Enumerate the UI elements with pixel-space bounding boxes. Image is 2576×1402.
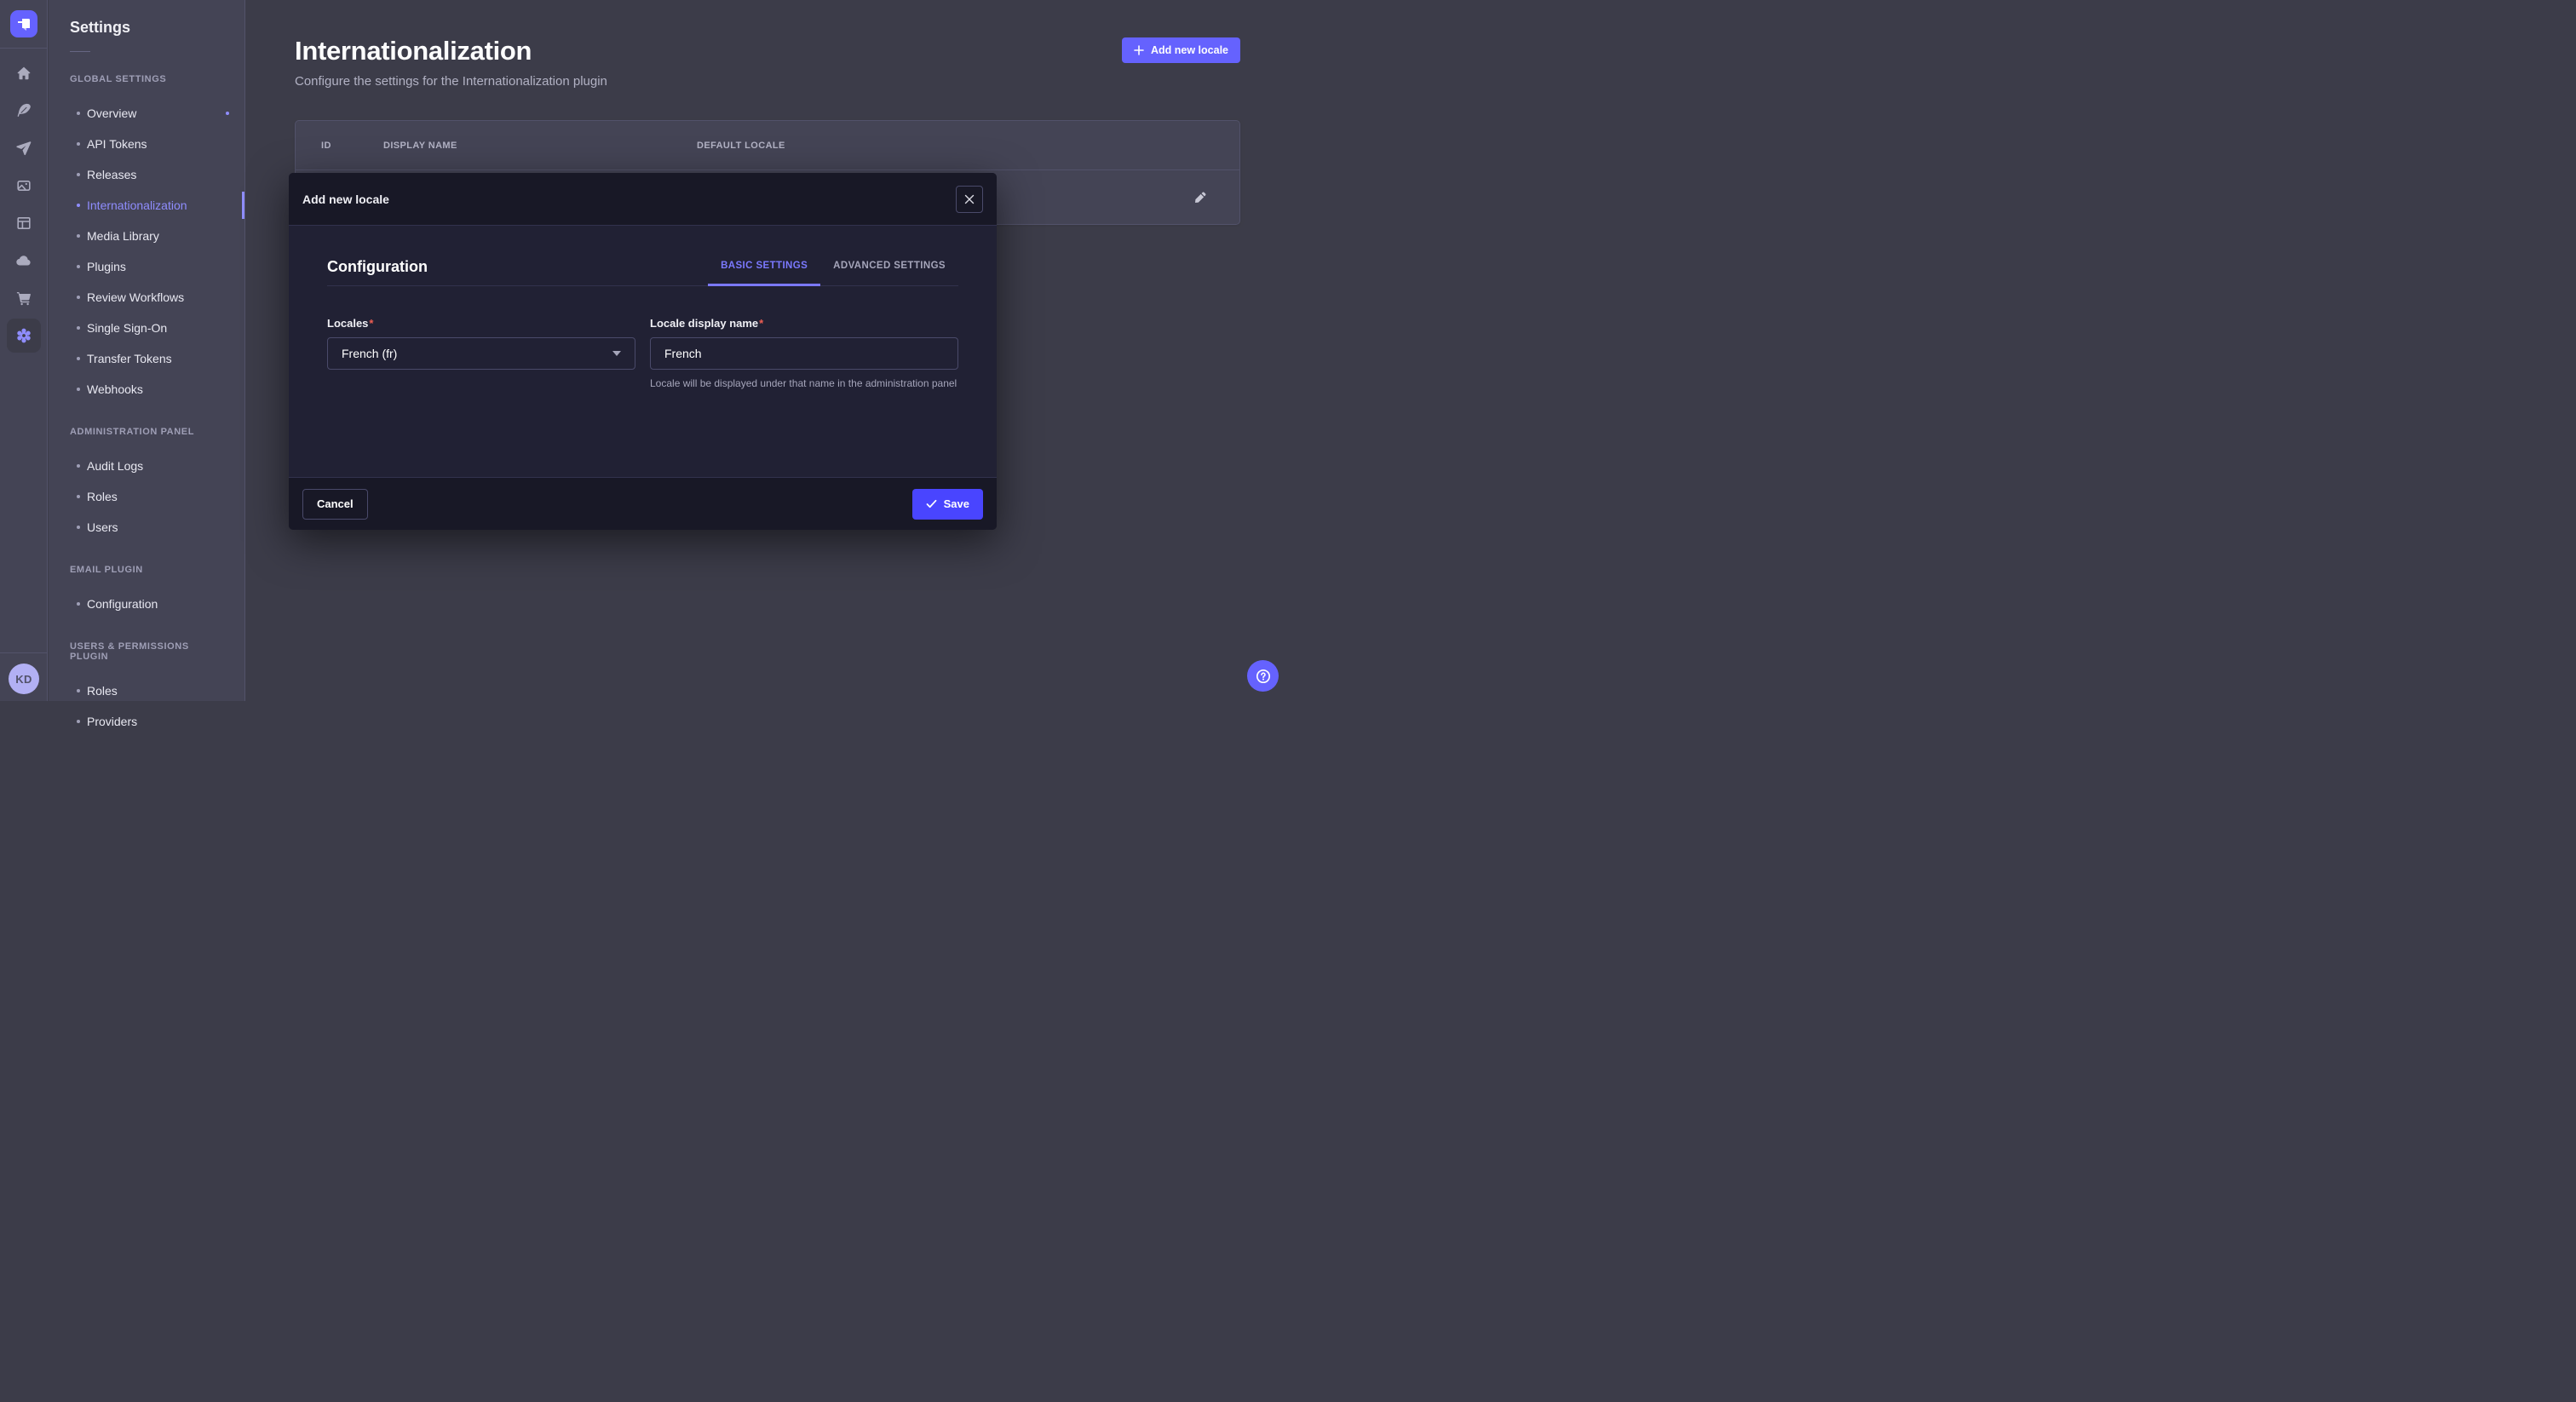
modal-header: Add new locale bbox=[289, 173, 997, 226]
cancel-button[interactable]: Cancel bbox=[302, 489, 368, 520]
locales-field: Locales* French (fr) bbox=[327, 316, 635, 391]
modal-body: Configuration BASIC SETTINGS ADVANCED SE… bbox=[289, 226, 997, 477]
close-button[interactable] bbox=[956, 186, 983, 213]
display-name-hint: Locale will be displayed under that name… bbox=[650, 376, 958, 391]
display-name-field: Locale display name* Locale will be disp… bbox=[650, 316, 958, 391]
locales-select-value: French (fr) bbox=[342, 347, 397, 360]
display-name-input[interactable] bbox=[650, 337, 958, 370]
locales-select[interactable]: French (fr) bbox=[327, 337, 635, 370]
configuration-heading: Configuration bbox=[327, 258, 428, 276]
tab-basic-settings[interactable]: BASIC SETTINGS bbox=[708, 261, 820, 286]
settings-tabs: BASIC SETTINGS ADVANCED SETTINGS bbox=[708, 261, 958, 286]
add-new-locale-modal: Add new locale Configuration BASIC SETTI… bbox=[289, 173, 997, 530]
modal-footer: Cancel Save bbox=[289, 477, 997, 530]
modal-title: Add new locale bbox=[302, 192, 389, 206]
locales-label: Locales* bbox=[327, 317, 373, 330]
check-icon bbox=[926, 498, 937, 509]
save-button[interactable]: Save bbox=[912, 489, 983, 520]
required-asterisk: * bbox=[759, 317, 763, 330]
chevron-down-icon bbox=[612, 351, 621, 356]
tab-advanced-settings[interactable]: ADVANCED SETTINGS bbox=[820, 261, 958, 286]
required-asterisk: * bbox=[369, 317, 373, 330]
close-icon bbox=[964, 194, 975, 204]
display-name-label: Locale display name* bbox=[650, 317, 763, 330]
